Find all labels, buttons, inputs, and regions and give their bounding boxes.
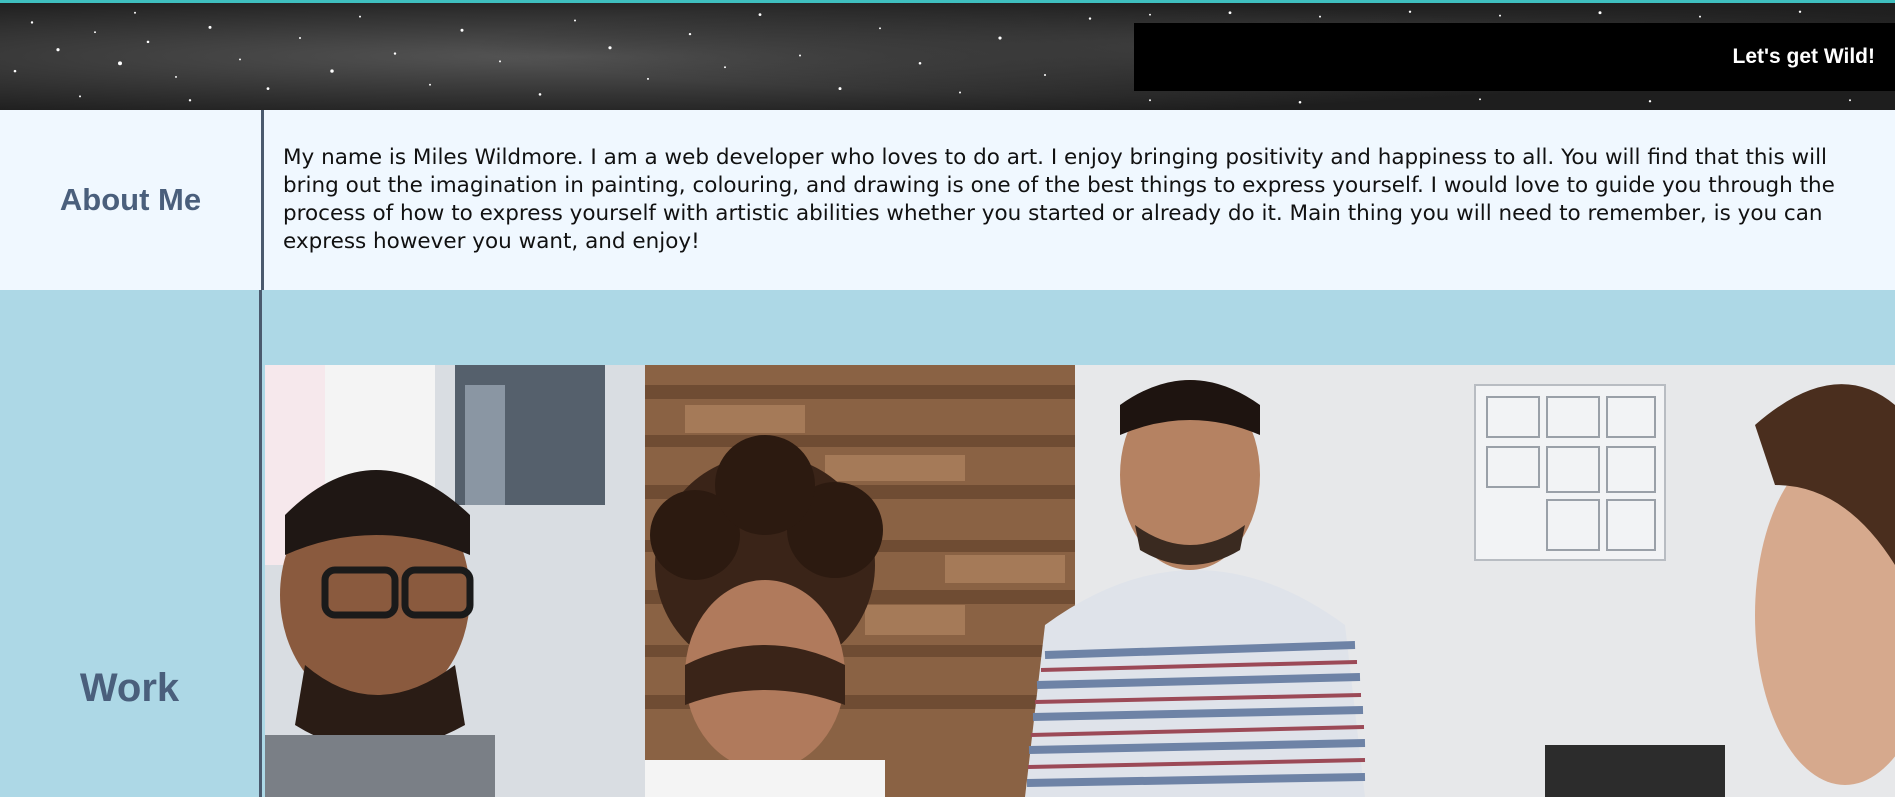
- about-label-cell: About Me: [0, 110, 264, 290]
- photo-illustration: [265, 365, 1895, 797]
- tagline: Let's get Wild!: [1732, 45, 1875, 68]
- work-title: Work: [79, 666, 180, 710]
- about-title: About Me: [59, 182, 202, 217]
- work-label-cell: Work: [0, 290, 262, 797]
- work-section: Work: [0, 290, 1895, 797]
- header-banner: Let's get Wild!: [0, 0, 1895, 110]
- about-text: My name is Miles Wildmore. I am a web de…: [283, 145, 1835, 254]
- about-section: About Me My name is Miles Wildmore. I am…: [0, 110, 1895, 290]
- page: Let's get Wild! About Me My name is Mile…: [0, 0, 1895, 797]
- team-meeting-photo: [265, 365, 1895, 797]
- tagline-box: Let's get Wild!: [1134, 23, 1895, 91]
